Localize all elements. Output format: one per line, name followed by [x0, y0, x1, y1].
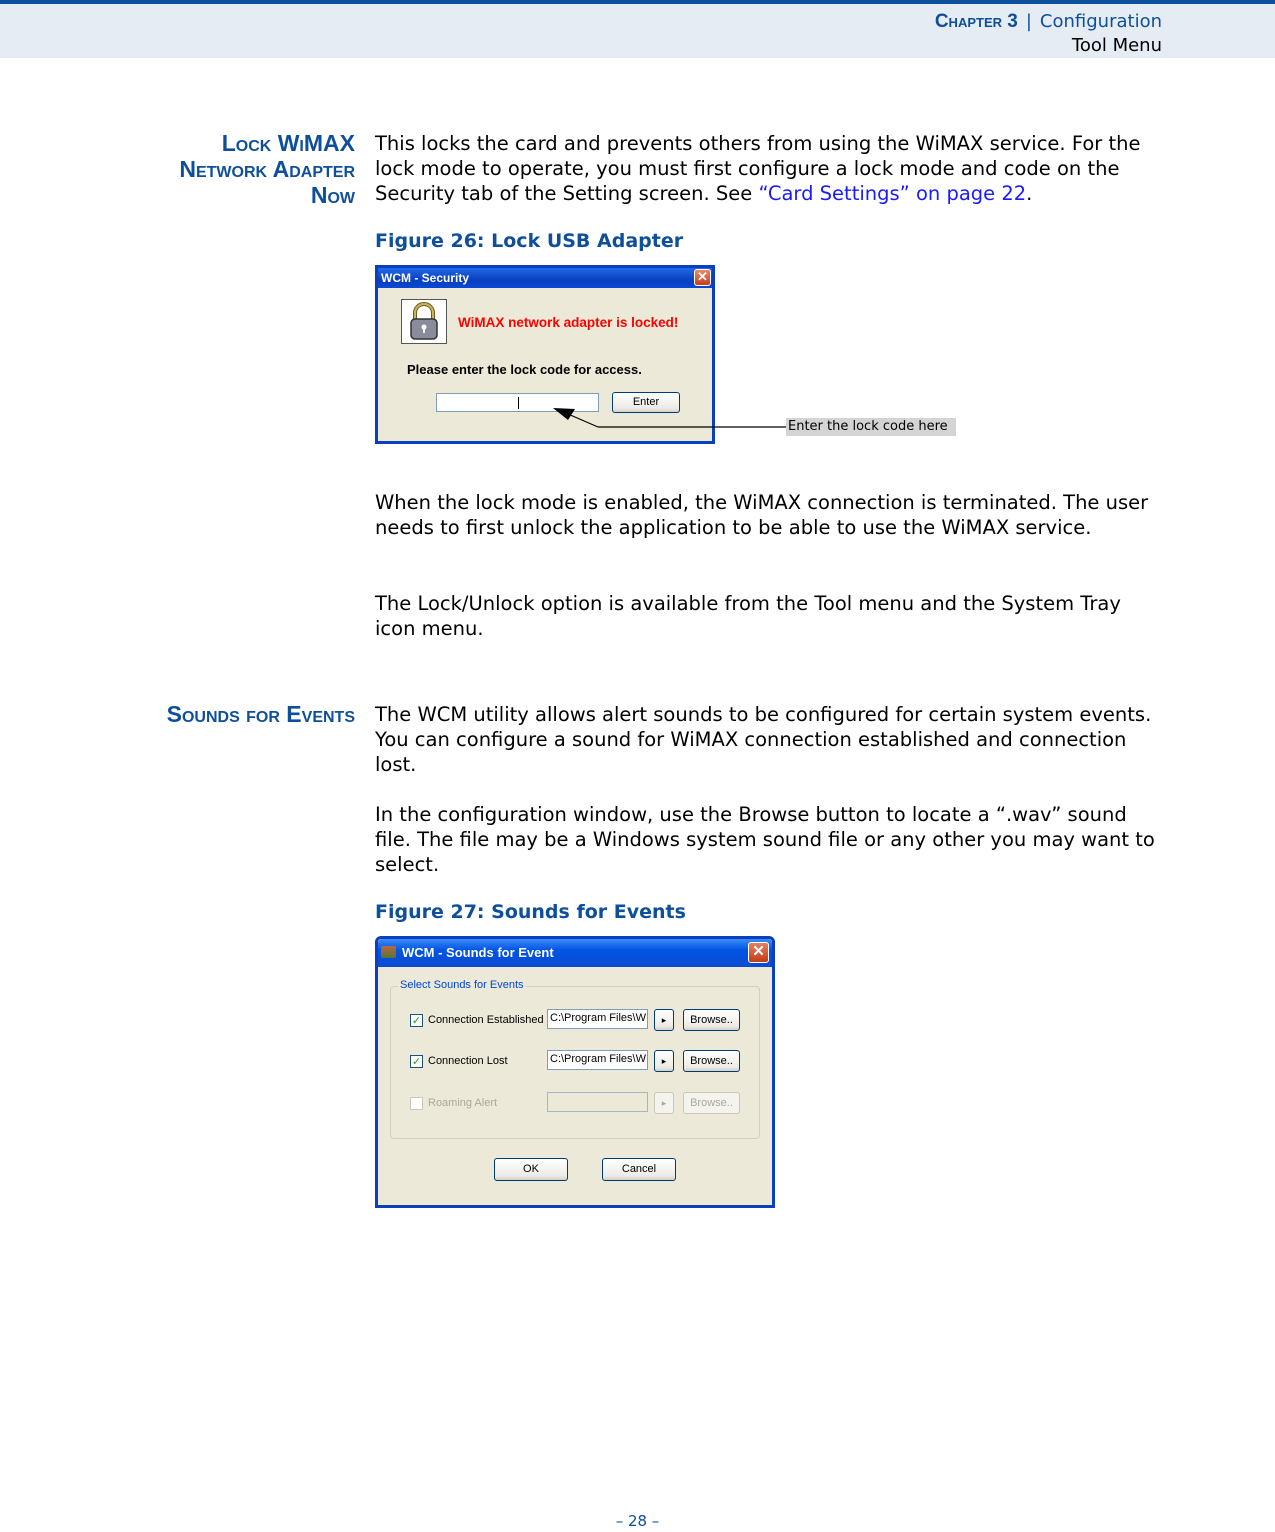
dialog-title: WCM - Security — [381, 271, 470, 285]
heading-line: Lock WiMAX — [221, 130, 355, 156]
lock-paragraph-3: The Lock/Unlock option is available from… — [375, 592, 1121, 640]
sounds-paragraph-1: The WCM utility allows alert sounds to b… — [375, 703, 1152, 776]
heading-line: Network Adapter — [179, 156, 355, 182]
locked-alert-text: WiMAX network adapter is locked! — [458, 315, 679, 330]
security-dialog-titlebar: WCM - Security ✕ — [378, 268, 712, 288]
connection-lost-label: Connection Lost — [428, 1055, 508, 1067]
section-title: Tool Menu — [1071, 35, 1162, 56]
card-settings-link[interactable]: “Card Settings” on page 22 — [758, 182, 1026, 205]
page-header: Chapter 3 | Configuration Tool Menu — [0, 0, 1275, 58]
roaming-alert-checkbox[interactable] — [410, 1097, 423, 1110]
lock-section-heading: Lock WiMAX Network Adapter Now — [179, 130, 355, 208]
ok-button[interactable]: OK — [494, 1158, 568, 1181]
connection-established-checkbox[interactable]: ✓ — [410, 1014, 423, 1027]
sounds-dialog-titlebar: WCM - Sounds for Event ✕ — [378, 939, 772, 967]
header-separator: | — [1025, 11, 1032, 32]
callout-arrow — [553, 408, 786, 428]
figure-26-caption: Figure 26: Lock USB Adapter — [375, 230, 684, 252]
connection-lost-checkbox[interactable]: ✓ — [410, 1055, 423, 1068]
cancel-button[interactable]: Cancel — [602, 1158, 676, 1181]
padlock-icon — [401, 299, 447, 344]
roaming-alert-path[interactable] — [547, 1092, 648, 1112]
play-icon[interactable]: ▸ — [654, 1092, 674, 1114]
chapter-label: Chapter 3 — [934, 11, 1018, 32]
close-icon[interactable]: ✕ — [748, 942, 769, 963]
connection-established-path[interactable]: C:\Program Files\W — [547, 1009, 648, 1029]
app-icon — [381, 946, 396, 958]
browse-button[interactable]: Browse.. — [683, 1009, 740, 1031]
header-chapter-line: Chapter 3 | Configuration — [935, 11, 1162, 33]
browse-button[interactable]: Browse.. — [683, 1050, 740, 1072]
callout-line — [567, 413, 599, 428]
text-cursor — [518, 397, 519, 409]
callout-label: Enter the lock code here — [786, 418, 956, 436]
chapter-title: Configuration — [1039, 11, 1162, 32]
sounds-paragraph-2: In the configuration window, use the Bro… — [375, 803, 1155, 876]
roaming-alert-label: Roaming Alert — [428, 1097, 498, 1109]
play-icon[interactable]: ▸ — [654, 1050, 674, 1072]
play-icon[interactable]: ▸ — [654, 1009, 674, 1031]
sounds-section-heading: Sounds for Events — [166, 701, 355, 727]
lock-paragraph-2: When the lock mode is enabled, the WiMAX… — [375, 491, 1149, 539]
dialog-title: WCM - Sounds for Event — [402, 945, 554, 960]
figure-27-caption: Figure 27: Sounds for Events — [375, 901, 686, 923]
arrowhead-icon — [553, 408, 575, 420]
lock-intro-paragraph: This locks the card and prevents others … — [375, 131, 1165, 206]
browse-button[interactable]: Browse.. — [683, 1092, 740, 1114]
heading-line: Now — [310, 182, 355, 208]
close-icon[interactable]: ✕ — [694, 269, 711, 286]
connection-lost-path[interactable]: C:\Program Files\W — [547, 1050, 648, 1070]
sounds-dialog: WCM - Sounds for Event ✕ Select Sounds f… — [375, 936, 775, 1208]
lock-code-prompt: Please enter the lock code for access. — [407, 362, 642, 377]
groupbox-label: Select Sounds for Events — [398, 979, 526, 991]
page-number: – 28 – — [615, 1512, 660, 1530]
intro-text-end: . — [1026, 182, 1033, 205]
connection-established-label: Connection Established — [428, 1014, 544, 1026]
